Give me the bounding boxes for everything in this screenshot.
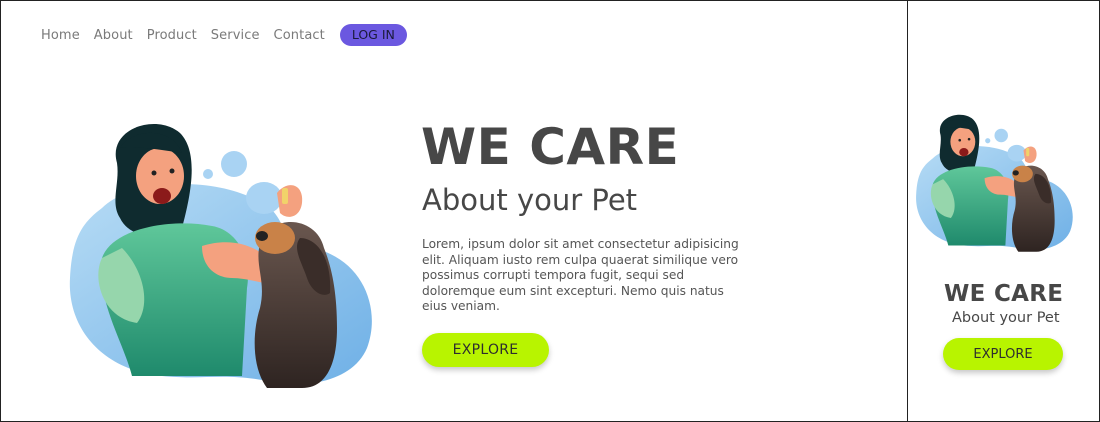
hero-subtitle: About your Pet: [422, 183, 638, 217]
mobile-explore-button[interactable]: EXPLORE: [943, 338, 1063, 370]
mobile-woman-dog-illustration: [916, 114, 1073, 252]
login-button[interactable]: LOG IN: [339, 24, 407, 46]
nav-about[interactable]: About: [94, 28, 133, 43]
nav-service[interactable]: Service: [211, 28, 260, 43]
nav-contact[interactable]: Contact: [274, 28, 325, 43]
mobile-hero-subtitle: About your Pet: [952, 310, 1060, 326]
nav-home[interactable]: Home: [41, 28, 80, 43]
explore-button[interactable]: EXPLORE: [422, 333, 549, 367]
woman-dog-illustration: [69, 124, 372, 388]
mobile-hero-title: WE CARE: [944, 281, 1064, 307]
nav-product[interactable]: Product: [147, 28, 197, 43]
desktop-view: Home About Product Service Contact LOG I…: [0, 0, 908, 422]
hero-description: Lorem, ipsum dolor sit amet consectetur …: [422, 237, 739, 314]
hero-title: WE CARE: [421, 118, 680, 176]
top-nav: Home About Product Service Contact LOG I…: [41, 24, 407, 46]
mobile-view: WE CARE About your Pet EXPLORE: [908, 0, 1100, 422]
